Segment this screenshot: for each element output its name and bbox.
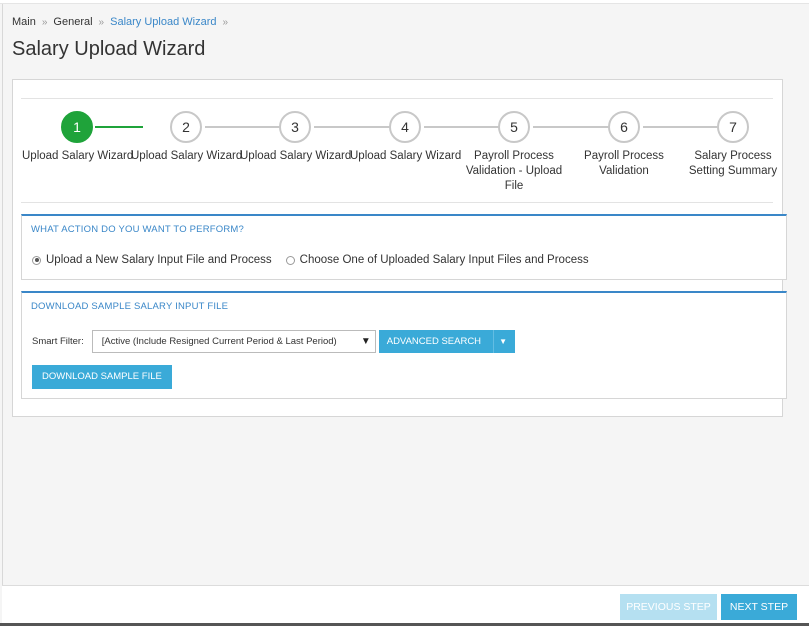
smart-filter-label: Smart Filter: — [32, 336, 84, 347]
step-label: Upload Salary Wizard — [350, 150, 462, 162]
step-number-circle: 5 — [498, 111, 530, 143]
radio-upload-new[interactable]: Upload a New Salary Input File and Proce… — [32, 254, 272, 266]
step-connector — [643, 126, 721, 128]
wizard-step-7[interactable]: 7 Salary Process Setting Summary — [678, 111, 788, 179]
wizard-step-3[interactable]: 3 Upload Salary Wizard — [240, 111, 352, 164]
step-connector — [205, 126, 283, 128]
step-number-circle: 1 — [61, 111, 93, 143]
next-step-button[interactable]: NEXT STEP — [721, 594, 797, 620]
wizard-panel: 1 Upload Salary Wizard 2 Upload Salary W… — [12, 79, 787, 417]
dropdown-arrow-icon: ▼ — [360, 336, 371, 347]
action-section-title: WHAT ACTION DO YOU WANT TO PERFORM? — [31, 224, 245, 235]
wizard-step-5[interactable]: 5 Payroll Process Validation - Upload Fi… — [459, 111, 569, 194]
smart-filter-select[interactable]: [Active (Include Resigned Current Period… — [91, 330, 376, 353]
breadcrumb-item-main[interactable]: Main — [12, 16, 36, 28]
radio-label: Upload a New Salary Input File and Proce… — [46, 254, 272, 266]
step-number-circle: 3 — [279, 111, 311, 143]
download-section-title: DOWNLOAD SAMPLE SALARY INPUT FILE — [31, 301, 229, 312]
step-number-circle: 4 — [389, 111, 421, 143]
smart-filter-value: [Active (Include Resigned Current Period… — [101, 336, 337, 347]
previous-step-button[interactable]: PREVIOUS STEP — [620, 594, 717, 620]
radio-checked-icon[interactable] — [32, 255, 41, 265]
step-connector — [424, 126, 502, 128]
breadcrumb-item-general[interactable]: General — [53, 16, 92, 28]
download-section: DOWNLOAD SAMPLE SALARY INPUT FILE Smart … — [21, 291, 787, 399]
step-label: Payroll Process Validation - Upload File — [465, 150, 563, 192]
page-title: Salary Upload Wizard — [12, 38, 206, 60]
step-label: Salary Process Setting Summary — [688, 150, 778, 177]
radio-choose-uploaded[interactable]: Choose One of Uploaded Salary Input File… — [285, 254, 589, 266]
radio-unchecked-icon[interactable] — [285, 255, 295, 265]
breadcrumb-separator-icon: » — [41, 17, 48, 28]
step-label: Upload Salary Wizard — [22, 150, 134, 162]
wizard-step-2[interactable]: 2 Upload Salary Wizard — [131, 111, 243, 164]
step-number-circle: 6 — [608, 111, 640, 143]
wizard-step-1[interactable]: 1 Upload Salary Wizard — [22, 111, 134, 164]
action-radio-group: Upload a New Salary Input File and Proce… — [32, 254, 603, 266]
breadcrumb-separator-icon: » — [98, 17, 105, 28]
breadcrumb-item-current[interactable]: Salary Upload Wizard — [110, 16, 216, 28]
step-label: Payroll Process Validation — [584, 150, 664, 177]
breadcrumb: Main » General » Salary Upload Wizard » — [12, 16, 234, 28]
step-label: Upload Salary Wizard — [131, 150, 243, 162]
download-sample-file-button[interactable]: DOWNLOAD SAMPLE FILE — [32, 365, 172, 389]
step-label: Upload Salary Wizard — [240, 150, 352, 162]
wizard-footer: PREVIOUS STEP NEXT STEP — [2, 585, 809, 626]
advanced-search-button[interactable]: ADVANCED SEARCH ▼ — [378, 330, 515, 353]
wizard-step-6[interactable]: 6 Payroll Process Validation — [569, 111, 679, 179]
smart-filter-row: Smart Filter: [Active (Include Resigned … — [32, 330, 515, 353]
radio-label: Choose One of Uploaded Salary Input File… — [299, 254, 589, 266]
step-number-circle: 2 — [170, 111, 202, 143]
breadcrumb-separator-icon: » — [222, 17, 229, 28]
wizard-stepper: 1 Upload Salary Wizard 2 Upload Salary W… — [21, 98, 777, 203]
step-connector — [533, 126, 611, 128]
action-section: WHAT ACTION DO YOU WANT TO PERFORM? Uplo… — [21, 214, 787, 280]
step-number-circle: 7 — [717, 111, 749, 143]
caret-down-icon[interactable]: ▼ — [493, 330, 507, 353]
step-connector — [314, 126, 392, 128]
step-connector — [95, 126, 143, 128]
advanced-search-label: ADVANCED SEARCH — [386, 336, 482, 347]
wizard-step-4[interactable]: 4 Upload Salary Wizard — [350, 111, 462, 164]
